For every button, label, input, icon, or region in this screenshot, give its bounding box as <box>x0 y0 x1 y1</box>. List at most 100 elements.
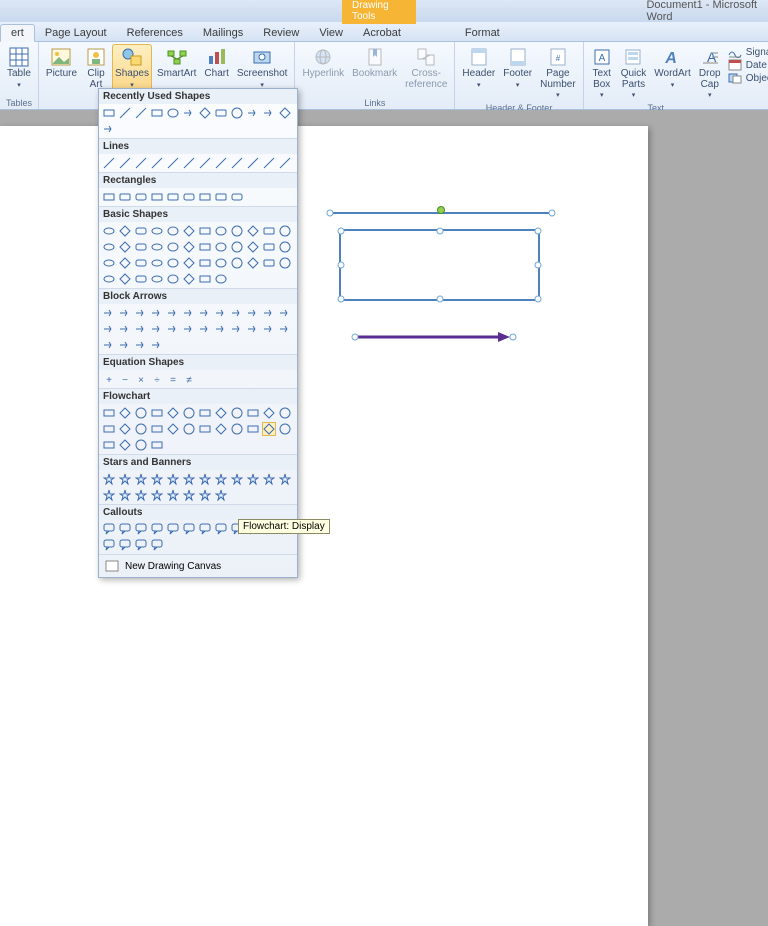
shape-item[interactable] <box>166 190 180 204</box>
shape-item[interactable] <box>166 422 180 436</box>
shape-item[interactable] <box>262 306 276 320</box>
shape-item[interactable] <box>230 224 244 238</box>
hyperlink-button[interactable]: Hyperlink <box>299 44 347 92</box>
shape-item[interactable] <box>214 106 228 120</box>
shape-item[interactable]: = <box>166 372 180 386</box>
shape-item[interactable] <box>182 224 196 238</box>
shape-item[interactable]: ÷ <box>150 372 164 386</box>
shape-item[interactable] <box>150 422 164 436</box>
shape-item[interactable] <box>182 406 196 420</box>
shape-item[interactable] <box>102 272 116 286</box>
shape-item[interactable] <box>150 106 164 120</box>
shape-item[interactable] <box>198 256 212 270</box>
shape-item[interactable] <box>150 338 164 352</box>
shape-item[interactable] <box>150 488 164 502</box>
shape-item[interactable] <box>134 306 148 320</box>
shape-item[interactable] <box>278 156 292 170</box>
shape-item[interactable] <box>150 156 164 170</box>
shape-item[interactable] <box>166 106 180 120</box>
shape-item[interactable] <box>182 422 196 436</box>
shape-item[interactable] <box>118 538 132 552</box>
shape-item[interactable] <box>262 422 276 436</box>
tab-references[interactable]: References <box>117 25 193 41</box>
shape-item[interactable] <box>118 488 132 502</box>
shape-item[interactable] <box>118 522 132 536</box>
shape-item[interactable] <box>230 322 244 336</box>
wordart-button[interactable]: A WordArt▾ <box>651 44 694 103</box>
shape-item[interactable] <box>182 240 196 254</box>
shape-item[interactable] <box>246 256 260 270</box>
shape-item[interactable] <box>262 406 276 420</box>
shape-item[interactable] <box>198 488 212 502</box>
shape-item[interactable] <box>198 406 212 420</box>
shape-item[interactable] <box>134 538 148 552</box>
shape-item[interactable] <box>230 240 244 254</box>
text-box-button[interactable]: A Text Box▾ <box>588 44 616 103</box>
shape-item[interactable] <box>166 256 180 270</box>
shape-item[interactable] <box>134 256 148 270</box>
shape-item[interactable] <box>134 488 148 502</box>
bookmark-button[interactable]: Bookmark <box>349 44 400 92</box>
shape-item[interactable] <box>246 106 260 120</box>
shape-item[interactable] <box>246 322 260 336</box>
shape-item[interactable] <box>198 240 212 254</box>
shape-item[interactable] <box>166 240 180 254</box>
shape-item[interactable] <box>118 272 132 286</box>
shape-item[interactable] <box>134 422 148 436</box>
shape-item[interactable] <box>102 522 116 536</box>
shape-item[interactable] <box>102 156 116 170</box>
shape-item[interactable] <box>150 190 164 204</box>
shape-item[interactable] <box>150 522 164 536</box>
shape-item[interactable] <box>102 322 116 336</box>
shape-item[interactable] <box>214 322 228 336</box>
tab-mailings[interactable]: Mailings <box>193 25 253 41</box>
shape-item[interactable] <box>102 240 116 254</box>
shape-item[interactable] <box>166 156 180 170</box>
shape-item[interactable] <box>262 240 276 254</box>
shape-item[interactable] <box>150 272 164 286</box>
shape-item[interactable] <box>166 488 180 502</box>
shape-item[interactable] <box>198 522 212 536</box>
shape-item[interactable] <box>150 472 164 486</box>
shape-item[interactable] <box>134 406 148 420</box>
shape-item[interactable] <box>118 190 132 204</box>
shape-item[interactable] <box>278 322 292 336</box>
shape-item[interactable] <box>182 156 196 170</box>
footer-button[interactable]: Footer▾ <box>500 44 535 103</box>
chart-button[interactable]: Chart <box>201 44 231 92</box>
shape-item[interactable] <box>198 472 212 486</box>
shape-item[interactable] <box>246 224 260 238</box>
object-button[interactable]: Object ▾ <box>726 72 768 84</box>
shape-item[interactable] <box>166 272 180 286</box>
shape-item[interactable] <box>278 306 292 320</box>
shape-item[interactable] <box>102 472 116 486</box>
shape-item[interactable] <box>182 306 196 320</box>
shape-item[interactable] <box>102 190 116 204</box>
shape-item[interactable] <box>150 256 164 270</box>
shape-item[interactable] <box>246 472 260 486</box>
shape-item[interactable] <box>182 322 196 336</box>
shape-item[interactable] <box>214 488 228 502</box>
shape-item[interactable] <box>230 106 244 120</box>
shape-item[interactable] <box>214 240 228 254</box>
shape-item[interactable] <box>230 256 244 270</box>
shape-item[interactable] <box>198 224 212 238</box>
shapes-button[interactable]: Shapes▾ <box>112 44 152 92</box>
shape-item[interactable] <box>118 306 132 320</box>
shape-item[interactable] <box>278 422 292 436</box>
shape-item[interactable] <box>134 438 148 452</box>
shape-item[interactable] <box>118 406 132 420</box>
line-shape[interactable] <box>330 212 552 214</box>
shape-item[interactable] <box>118 224 132 238</box>
shape-item[interactable] <box>166 224 180 238</box>
shape-item[interactable] <box>278 224 292 238</box>
shape-item[interactable] <box>214 306 228 320</box>
smartart-button[interactable]: SmartArt <box>154 44 199 92</box>
shape-item[interactable] <box>102 256 116 270</box>
shape-item[interactable] <box>102 306 116 320</box>
shape-item[interactable] <box>166 522 180 536</box>
shape-item[interactable] <box>278 256 292 270</box>
shape-item[interactable] <box>262 256 276 270</box>
shape-item[interactable] <box>214 472 228 486</box>
shape-item[interactable] <box>102 438 116 452</box>
